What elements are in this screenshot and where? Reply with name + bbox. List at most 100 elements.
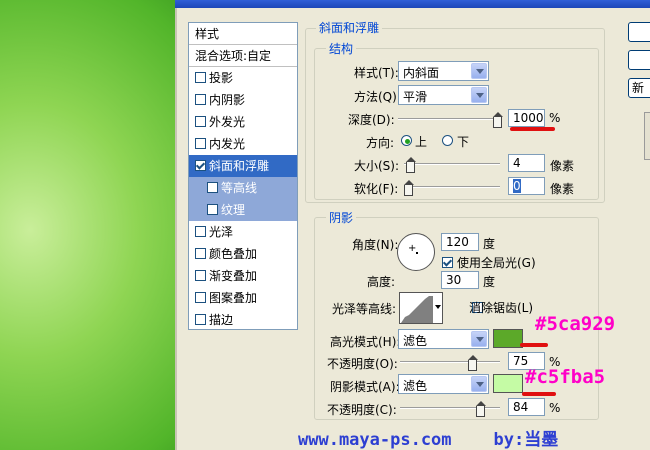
preview-box	[644, 112, 650, 160]
style-list-item[interactable]: 内阴影	[189, 89, 297, 111]
style-item-checkbox[interactable]	[195, 138, 206, 149]
style-list-panel: 样式 混合选项:自定 投影 内阴影 外发光 内发光 斜面和浮雕 等高线 纹理 光泽 颜色叠加 渐变叠…	[188, 22, 298, 330]
style-list-item[interactable]: 光泽	[189, 221, 297, 243]
style-item-checkbox[interactable]	[195, 314, 206, 325]
bevel-emboss-title: 斜面和浮雕	[316, 19, 383, 36]
style-list-item[interactable]: 内发光	[189, 133, 297, 155]
chevron-down-icon[interactable]	[435, 305, 441, 309]
direction-down-radio[interactable]	[442, 135, 453, 146]
style-list-item[interactable]: 斜面和浮雕	[189, 155, 297, 177]
style-list-item[interactable]: 等高线	[189, 177, 297, 199]
shadow-opacity-unit: %	[549, 401, 561, 415]
style-item-label: 混合选项:自定	[195, 49, 272, 63]
style-item-checkbox[interactable]	[195, 226, 206, 237]
shadow-mode-value: 滤色	[403, 379, 428, 393]
direction-down-label: 下	[457, 135, 470, 149]
global-light-label: 使用全局光(G)	[457, 256, 536, 270]
style-item-checkbox[interactable]	[195, 270, 206, 281]
style-item-checkbox[interactable]	[195, 116, 206, 127]
style-list-item[interactable]: 纹理	[189, 199, 297, 221]
new-style-button[interactable]: 新	[628, 78, 650, 98]
size-slider-track[interactable]	[404, 163, 500, 165]
soften-input[interactable]: 0	[508, 177, 545, 195]
size-label: 大小(S):	[354, 159, 400, 173]
style-list-item[interactable]: 混合选项:自定	[189, 45, 297, 67]
highlight-mode-select[interactable]: 滤色	[398, 329, 489, 349]
watermark: www.maya-ps.com by:当墨	[298, 425, 558, 450]
watermark-site: www.maya-ps.com	[298, 430, 452, 450]
soften-unit: 像素	[550, 182, 575, 196]
soften-slider-track[interactable]	[404, 186, 500, 188]
style-item-checkbox[interactable]	[195, 72, 206, 83]
angle-dial[interactable]: +	[397, 233, 435, 271]
style-item-checkbox[interactable]	[195, 94, 206, 105]
style-item-checkbox[interactable]	[207, 182, 218, 193]
canvas-background-art	[0, 0, 178, 450]
soften-label: 软化(F):	[354, 182, 399, 196]
style-list-item[interactable]: 外发光	[189, 111, 297, 133]
chevron-down-icon	[471, 376, 487, 392]
style-item-label: 描边	[209, 313, 234, 327]
shading-title: 阴影	[326, 209, 357, 226]
style-list-item[interactable]: 渐变叠加	[189, 265, 297, 287]
style-item-label: 图案叠加	[209, 291, 258, 305]
style-list-item[interactable]: 颜色叠加	[189, 243, 297, 265]
soften-value: 0	[513, 179, 521, 193]
anti-alias-label: 消除锯齿(L)	[469, 301, 534, 315]
style-item-label: 内阴影	[209, 93, 246, 107]
style-item-label: 投影	[209, 71, 234, 85]
depth-slider-track[interactable]	[398, 118, 502, 120]
depth-slider-thumb[interactable]	[493, 112, 503, 128]
altitude-input[interactable]: 30	[441, 271, 479, 289]
highlight-opacity-thumb[interactable]	[468, 355, 479, 371]
highlight-opacity-label: 不透明度(O):	[327, 357, 398, 371]
technique-select[interactable]: 平滑	[398, 85, 489, 105]
highlight-opacity-track[interactable]	[400, 361, 500, 363]
style-list-item[interactable]: 投影	[189, 67, 297, 89]
shadow-color-swatch[interactable]	[493, 374, 523, 393]
depth-label: 深度(D):	[348, 113, 395, 127]
chevron-down-icon	[471, 63, 487, 79]
altitude-unit: 度	[483, 275, 496, 289]
technique-label: 方法(Q):	[354, 90, 401, 104]
structure-title: 结构	[326, 40, 357, 57]
cancel-button[interactable]	[628, 50, 650, 70]
altitude-label: 高度:	[367, 275, 396, 289]
style-list-item[interactable]: 图案叠加	[189, 287, 297, 309]
direction-up-radio[interactable]	[401, 135, 412, 146]
soften-slider-thumb[interactable]	[404, 180, 414, 196]
style-item-label: 内发光	[209, 137, 246, 151]
dialog-titlebar	[175, 0, 650, 8]
direction-up-label: 上	[415, 135, 428, 149]
global-light-checkbox[interactable]	[442, 257, 453, 268]
style-item-checkbox[interactable]	[195, 160, 206, 171]
style-item-checkbox[interactable]	[195, 248, 206, 259]
shadow-mode-select[interactable]: 滤色	[398, 374, 489, 394]
ok-button[interactable]	[628, 22, 650, 42]
style-item-label: 颜色叠加	[209, 247, 258, 261]
gloss-contour-picker[interactable]	[399, 292, 443, 324]
shadow-underline	[522, 392, 556, 396]
chevron-down-icon	[471, 87, 487, 103]
size-slider-thumb[interactable]	[405, 157, 416, 173]
direction-label: 方向:	[366, 136, 395, 150]
highlight-mode-label: 高光模式(H):	[330, 335, 401, 349]
shadow-opacity-thumb[interactable]	[476, 401, 487, 417]
style-list-item[interactable]: 描边	[189, 309, 297, 331]
depth-underline	[510, 127, 555, 131]
style-item-checkbox[interactable]	[195, 292, 206, 303]
highlight-color-swatch[interactable]	[493, 329, 523, 348]
chevron-down-icon	[471, 331, 487, 347]
shadow-hex-annotation: #c5fba5	[525, 366, 606, 388]
size-input[interactable]: 4	[508, 154, 545, 172]
angle-label: 角度(N):	[352, 238, 399, 252]
angle-input[interactable]: 120	[441, 233, 479, 251]
depth-input[interactable]: 1000	[508, 109, 545, 127]
style-item-checkbox[interactable]	[207, 204, 218, 215]
shadow-opacity-input[interactable]: 84	[508, 398, 545, 416]
style-item-label: 纹理	[221, 203, 246, 217]
bevel-style-select[interactable]: 内斜面	[398, 61, 489, 81]
shadow-opacity-label: 不透明度(C):	[327, 403, 397, 417]
style-item-label: 光泽	[209, 225, 234, 239]
technique-value: 平滑	[403, 90, 428, 104]
